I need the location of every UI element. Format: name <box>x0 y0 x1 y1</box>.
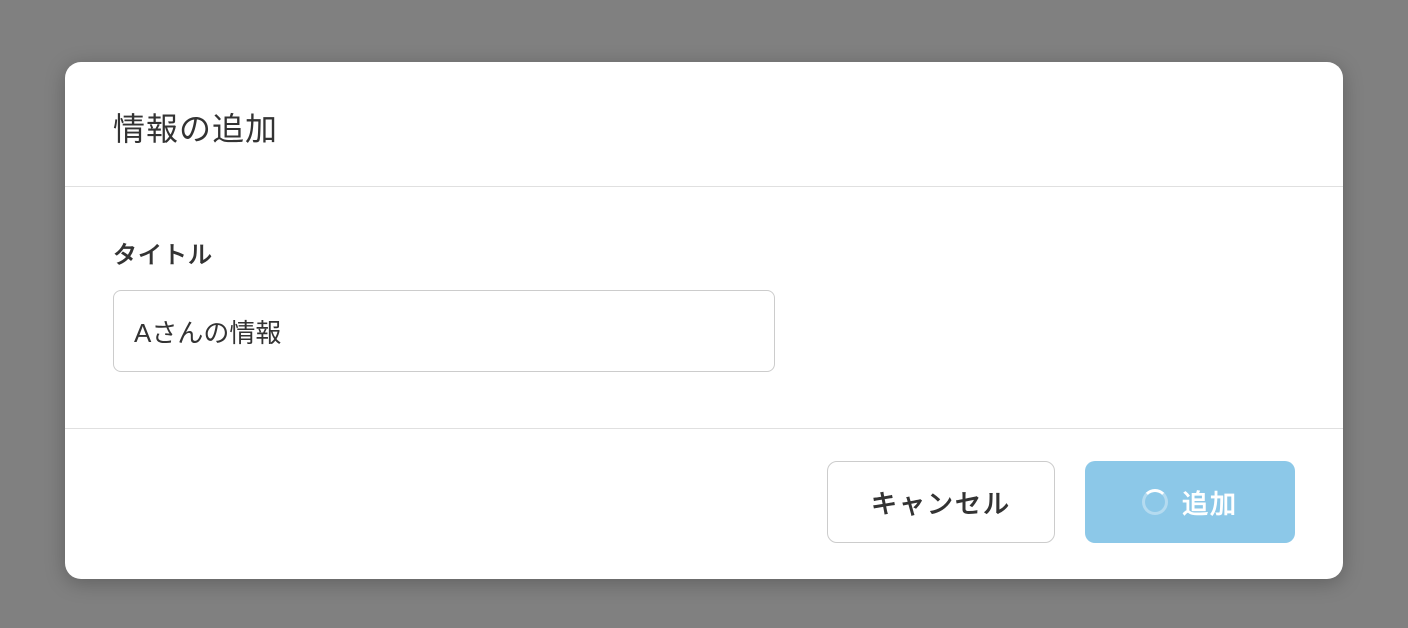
cancel-button-label: キャンセル <box>871 484 1011 521</box>
modal-footer: キャンセル 追加 <box>65 429 1343 579</box>
modal-title: 情報の追加 <box>113 104 1295 150</box>
cancel-button[interactable]: キャンセル <box>827 461 1055 543</box>
modal-header: 情報の追加 <box>65 62 1343 187</box>
modal-body: タイトル <box>65 187 1343 429</box>
add-button[interactable]: 追加 <box>1085 461 1295 543</box>
title-field-label: タイトル <box>113 235 1295 270</box>
add-info-modal: 情報の追加 タイトル キャンセル 追加 <box>65 62 1343 579</box>
add-button-label: 追加 <box>1182 484 1238 521</box>
title-input[interactable] <box>113 290 775 372</box>
loading-spinner-icon <box>1142 489 1168 515</box>
